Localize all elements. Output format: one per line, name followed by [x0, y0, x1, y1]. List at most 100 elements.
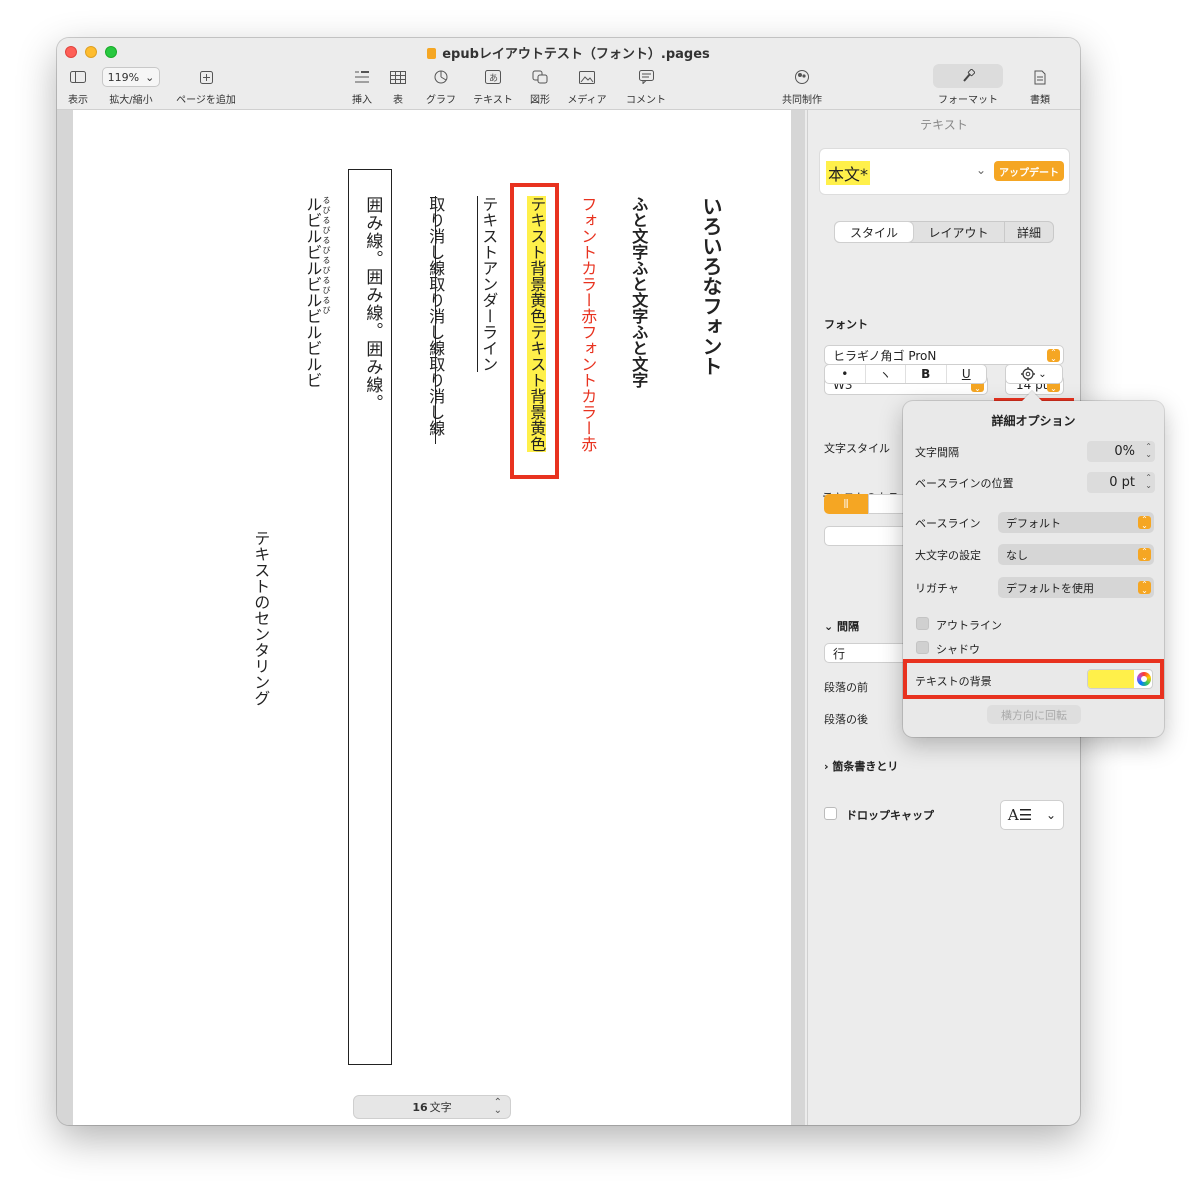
- baseline-shift-field[interactable]: 0 pt ⌃ ⌄: [1087, 472, 1155, 493]
- gear-icon: [1021, 367, 1036, 381]
- stepper-icon: ⌃⌄: [1047, 348, 1060, 362]
- shadow-checkbox[interactable]: [916, 641, 929, 654]
- document-canvas[interactable]: いろいろなフォント ふと文字ふと文字ふと文字 フォントカラー赤フォントカラー赤 …: [57, 110, 805, 1125]
- window-title: epubレイアウトテスト（フォント）.pages: [57, 43, 1080, 62]
- heading-text[interactable]: いろいろなフォント: [699, 196, 723, 376]
- table-icon: [390, 70, 406, 84]
- dropcap-checkbox[interactable]: [824, 807, 837, 820]
- underline-text[interactable]: テキストアンダーライン: [477, 196, 498, 372]
- advanced-options-button[interactable]: ⌄: [1005, 364, 1063, 384]
- view-button[interactable]: 表示: [65, 66, 91, 106]
- paragraph-style-name: 本文*: [826, 161, 871, 185]
- chart-label: グラフ: [426, 95, 456, 106]
- char-style-label: 文字スタイル: [824, 442, 890, 455]
- ligature-select[interactable]: デフォルトを使用 ⌃ ⌄: [998, 577, 1154, 598]
- capitalization-label: 大文字の設定: [915, 549, 981, 562]
- collaborate-button[interactable]: 共同制作: [777, 66, 827, 106]
- bullet-icon[interactable]: •: [825, 365, 866, 383]
- stepper-icon[interactable]: ⌃ ⌄: [1145, 443, 1152, 459]
- format-label: フォーマット: [938, 95, 998, 106]
- media-icon: [579, 70, 595, 84]
- font-family-value: ヒラギノ角ゴ ProN: [833, 348, 937, 363]
- baseline-shift-label: ベースラインの位置: [915, 477, 1014, 490]
- align-top-icon[interactable]: ⫼: [824, 494, 868, 514]
- chart-button[interactable]: グラフ: [421, 66, 461, 106]
- annotation-highlight-box: [510, 183, 559, 479]
- insert-button[interactable]: 挿入: [347, 66, 377, 106]
- outline-checkbox[interactable]: [916, 617, 929, 630]
- titlebar: epubレイアウトテスト（フォント）.pages 表示 119% ⌄ 拡大/縮小 …: [57, 38, 1080, 110]
- word-count-unit: 文字: [429, 1101, 452, 1114]
- word-count-pill[interactable]: 16 文字 ⌃ ⌄: [353, 1095, 511, 1119]
- shape-label: 図形: [530, 95, 550, 106]
- document-label: 書類: [1030, 95, 1050, 106]
- chart-icon: [434, 70, 448, 84]
- collaborate-label: 共同制作: [782, 95, 822, 106]
- capitalization-select[interactable]: なし ⌃ ⌄: [998, 544, 1154, 565]
- zoom-select[interactable]: 119% ⌄: [102, 67, 160, 87]
- chevron-down-icon: ⌄: [1038, 368, 1047, 380]
- centered-text[interactable]: テキストのセンタリング: [251, 530, 270, 706]
- vertical-align-control[interactable]: [824, 526, 914, 546]
- update-style-button[interactable]: アップデート: [994, 161, 1064, 181]
- stepper-icon[interactable]: ⌃ ⌄: [1145, 474, 1152, 490]
- view-label: 表示: [68, 95, 88, 106]
- boxed-text[interactable]: 囲み線。囲み線。囲み線。: [362, 196, 382, 412]
- svg-text:あ: あ: [489, 73, 498, 84]
- alignment-control[interactable]: ⫼: [824, 494, 914, 514]
- bullets-header[interactable]: › 箇条書きとリ: [824, 758, 898, 774]
- spacing-header[interactable]: ⌄ 間隔: [824, 618, 859, 634]
- strike-line: [435, 196, 436, 444]
- comment-label: コメント: [626, 95, 666, 106]
- text-tabs: スタイル レイアウト 詳細: [834, 221, 1054, 243]
- media-button[interactable]: メディア: [564, 66, 610, 106]
- tab-style[interactable]: スタイル: [835, 222, 913, 242]
- bold-button[interactable]: B: [906, 365, 947, 383]
- comment-button[interactable]: コメント: [623, 66, 669, 106]
- shadow-label: シャドウ: [936, 643, 980, 656]
- document-page[interactable]: いろいろなフォント ふと文字ふと文字ふと文字 フォントカラー赤フォントカラー赤 …: [73, 110, 791, 1125]
- add-page-button[interactable]: ページを追加: [174, 66, 238, 106]
- bold-text[interactable]: ふと文字ふと文字ふと文字: [629, 196, 648, 388]
- red-text[interactable]: フォントカラー赤フォントカラー赤: [578, 196, 597, 452]
- font-section-label: フォント: [824, 318, 868, 331]
- before-para-label: 段落の前: [824, 681, 868, 694]
- dropcap-label: ドロップキャップ: [846, 809, 934, 822]
- pane-title: テキスト: [920, 118, 968, 132]
- baseline-label: ベースライン: [915, 517, 981, 530]
- baseline-select[interactable]: デフォルト ⌃ ⌄: [998, 512, 1154, 533]
- tab-layout[interactable]: レイアウト: [913, 222, 1005, 242]
- italic-icon[interactable]: ヽ: [866, 365, 906, 383]
- dropcap-preview-icon: A☰: [1007, 806, 1033, 824]
- text-label: テキスト: [473, 95, 513, 106]
- dropcap-style-select[interactable]: A☰ ⌄: [1000, 800, 1064, 830]
- document-button[interactable]: 書類: [1023, 66, 1057, 106]
- table-button[interactable]: 表: [385, 66, 411, 106]
- tab-more[interactable]: 詳細: [1005, 222, 1053, 242]
- stepper-icon: ⌃⌄: [1138, 547, 1151, 561]
- char-spacing-field[interactable]: 0% ⌃ ⌄: [1087, 441, 1155, 462]
- format-button[interactable]: フォーマット: [933, 64, 1003, 106]
- paragraph-style-card[interactable]: 本文* ⌄ アップデート: [819, 148, 1070, 195]
- pages-file-icon: [427, 48, 437, 59]
- media-label: メディア: [567, 95, 607, 106]
- chevron-down-icon: ⌄: [824, 620, 838, 633]
- collaborate-icon: [795, 70, 809, 84]
- outline-label: アウトライン: [936, 619, 1002, 632]
- font-family-select[interactable]: ヒラギノ角ゴ ProN ⌃ ⌄: [824, 345, 1064, 365]
- text-button[interactable]: あ テキスト: [470, 66, 516, 106]
- shape-button[interactable]: 図形: [525, 66, 555, 106]
- line-spacing-select[interactable]: 行: [824, 643, 914, 663]
- rotate-horizontal-button[interactable]: 横方向に回転: [987, 705, 1081, 724]
- comment-icon: [638, 70, 654, 84]
- shape-icon: [532, 70, 548, 84]
- chevron-down-icon: ⌄: [1046, 808, 1057, 822]
- popover-title: 詳細オプション: [991, 414, 1076, 428]
- ligature-label: リガチャ: [915, 582, 959, 595]
- zoom-control[interactable]: 119% ⌄ 拡大/縮小: [101, 66, 161, 106]
- underline-button[interactable]: U: [947, 365, 987, 383]
- ruby-base-text[interactable]: ルビルビルビルビルビルビ: [303, 196, 322, 388]
- paintbrush-icon: [963, 69, 975, 82]
- chevron-down-icon[interactable]: ⌄: [976, 163, 986, 177]
- char-spacing-label: 文字間隔: [915, 446, 959, 459]
